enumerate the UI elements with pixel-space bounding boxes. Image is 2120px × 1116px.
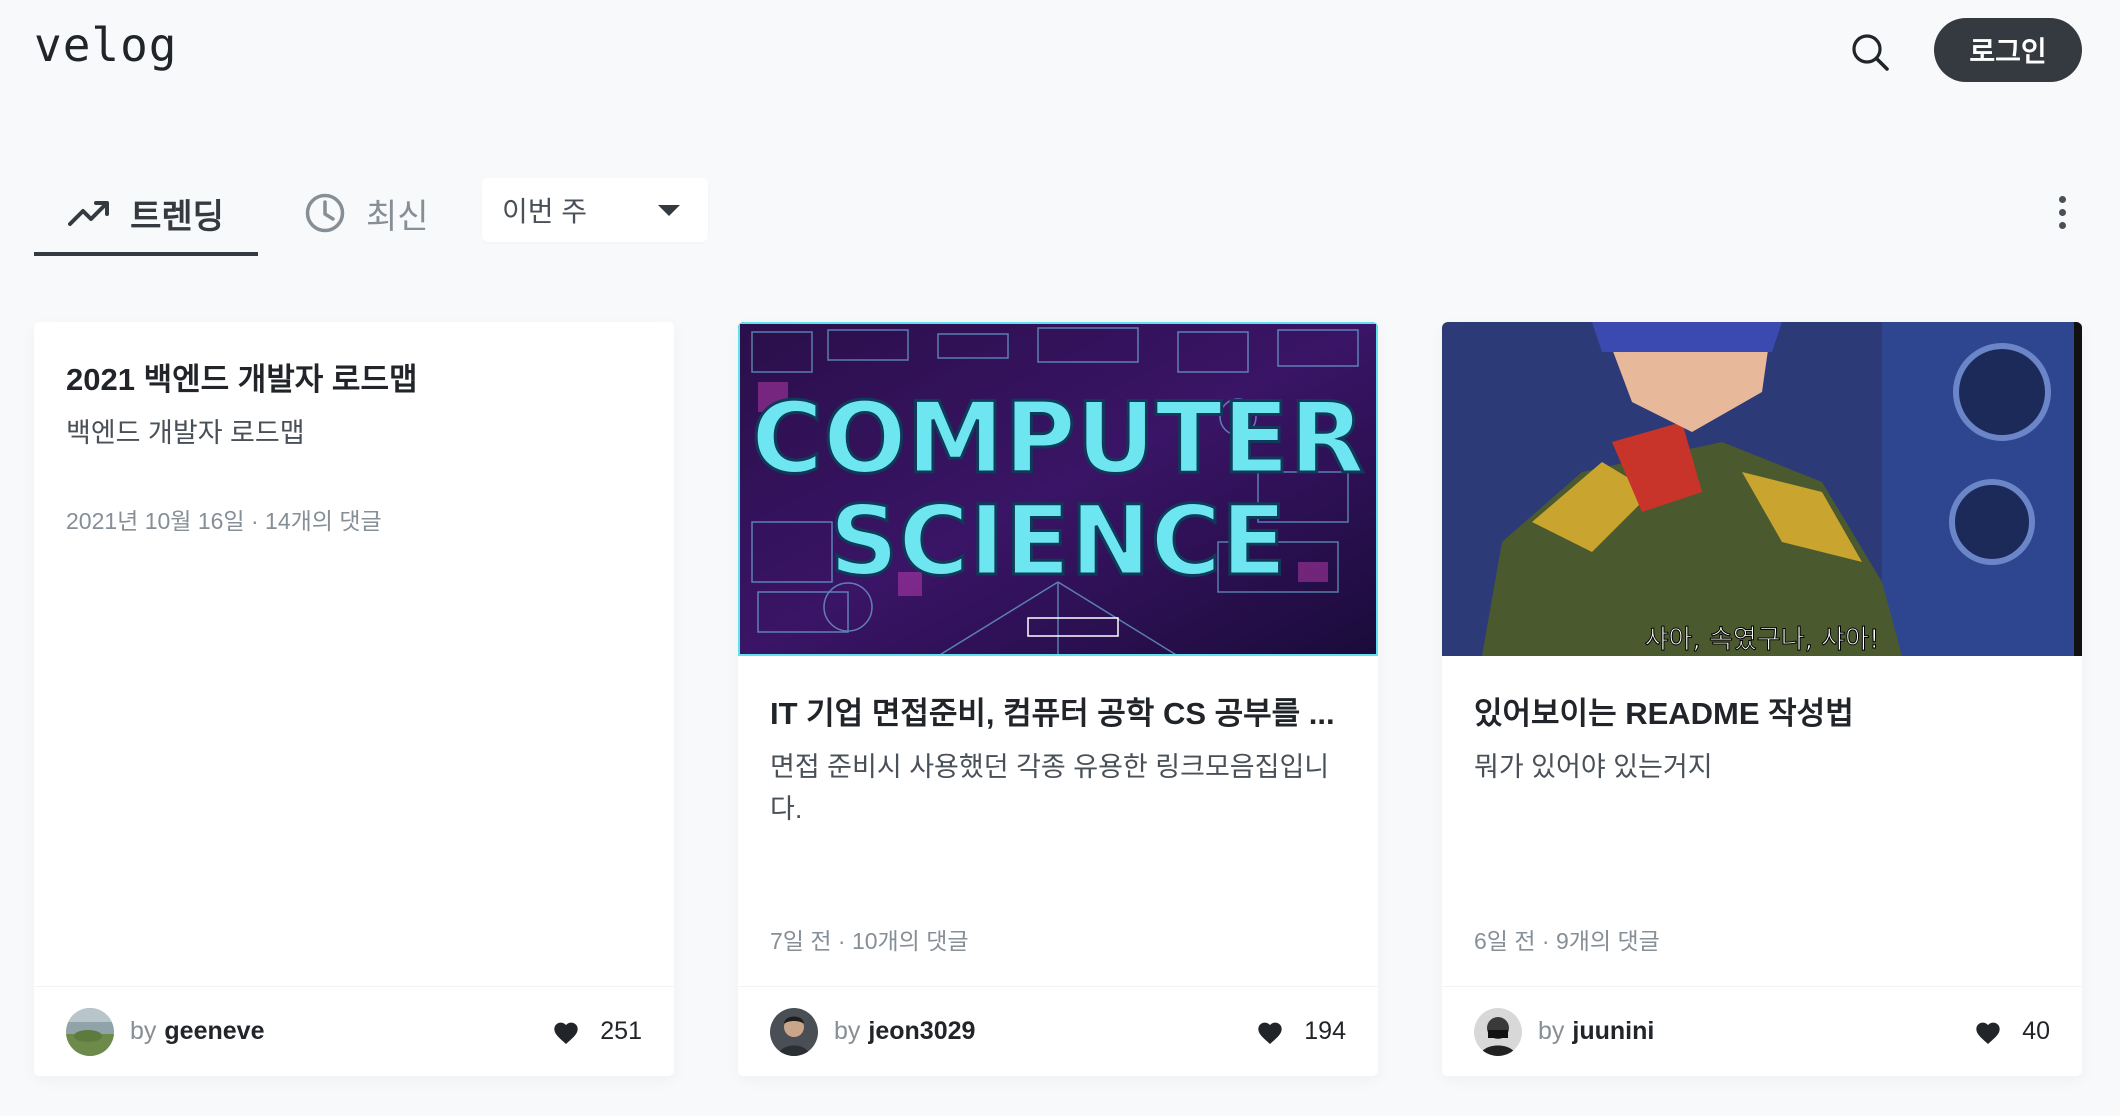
heart-icon <box>1256 1019 1284 1045</box>
author-prefix: by <box>130 1017 157 1045</box>
thumbnail-text: COMPUTER <box>751 382 1364 496</box>
thumbnail-caption: 샤아, 속였구나, 샤아! <box>1645 625 1880 655</box>
author[interactable]: by juunini <box>1538 1017 1654 1046</box>
caret-down-icon <box>658 205 680 216</box>
card-content: IT 기업 면접준비, 컴퓨터 공학 CS 공부를 ... 면접 준비시 사용했… <box>770 692 1346 830</box>
card-title[interactable]: IT 기업 면접준비, 컴퓨터 공학 CS 공부를 ... <box>770 692 1346 736</box>
card-content: 있어보이는 README 작성법 뭐가 있어야 있는거지 <box>1474 692 2050 788</box>
trending-up-icon <box>68 198 110 228</box>
card-footer: by geeneve 251 <box>34 986 674 1076</box>
velog-logo[interactable]: velog <box>34 18 177 72</box>
card-title[interactable]: 2021 백엔드 개발자 로드맵 <box>66 358 642 402</box>
likes-count: 194 <box>1304 1017 1346 1045</box>
author-name: geeneve <box>164 1017 265 1045</box>
author-prefix: by <box>1538 1017 1565 1045</box>
more-vertical-icon[interactable] <box>2038 184 2086 240</box>
author[interactable]: by jeon3029 <box>834 1017 975 1046</box>
card-title[interactable]: 있어보이는 README 작성법 <box>1474 692 2050 736</box>
author-name: juunini <box>1572 1017 1655 1045</box>
heart-icon <box>1974 1019 2002 1045</box>
period-select-value: 이번 주 <box>502 196 588 227</box>
thumbnail-text: SCIENCE <box>829 485 1286 597</box>
card-description: 면접 준비시 사용했던 각종 유용한 링크모음집입니다. <box>770 752 1330 824</box>
avatar[interactable] <box>1474 1007 1522 1056</box>
period-select[interactable]: 이번 주 <box>482 178 708 242</box>
card-footer: by jeon3029 194 <box>738 986 1378 1076</box>
active-tab-indicator <box>34 252 258 256</box>
card-description: 뭐가 있어야 있는거지 <box>1474 752 1713 782</box>
post-card[interactable]: 2021 백엔드 개발자 로드맵 백엔드 개발자 로드맵 2021년 10월 1… <box>34 322 674 1076</box>
post-card[interactable]: 샤아, 속였구나, 샤아! 있어보이는 README 작성법 뭐가 있어야 있는… <box>1442 322 2082 1076</box>
card-thumbnail[interactable]: 샤아, 속였구나, 샤아! <box>1442 322 2082 656</box>
tab-trending-label: 트렌딩 <box>130 197 224 236</box>
header: velog 로그인 <box>0 0 2120 100</box>
tab-recent-label: 최신 <box>366 197 429 236</box>
card-thumbnail[interactable]: COMPUTER SCIENCE <box>738 322 1378 656</box>
likes: 194 <box>1256 1017 1346 1046</box>
author-prefix: by <box>834 1017 861 1045</box>
post-card[interactable]: COMPUTER SCIENCE IT 기업 면접준비, 컴퓨터 공학 CS 공… <box>738 322 1378 1076</box>
card-meta: 6일 전 · 9개의 댓글 <box>1474 928 1660 954</box>
author-name: jeon3029 <box>868 1017 976 1045</box>
search-button[interactable] <box>1842 24 1898 80</box>
card-meta: 2021년 10월 16일 · 14개의 댓글 <box>66 508 382 534</box>
search-icon <box>1852 34 1889 71</box>
tab-trending[interactable]: 트렌딩 <box>34 170 258 256</box>
author[interactable]: by geeneve <box>130 1017 264 1046</box>
likes: 251 <box>552 1017 642 1046</box>
feed-tabs: 트렌딩 최신 이번 주 <box>34 170 2086 260</box>
card-content: 2021 백엔드 개발자 로드맵 백엔드 개발자 로드맵 <box>66 358 642 454</box>
card-description: 백엔드 개발자 로드맵 <box>66 418 305 448</box>
likes: 40 <box>1974 1017 2050 1046</box>
heart-icon <box>552 1019 580 1045</box>
likes-count: 251 <box>600 1017 642 1045</box>
clock-icon <box>304 192 346 234</box>
card-footer: by juunini 40 <box>1442 986 2082 1076</box>
likes-count: 40 <box>2022 1017 2050 1045</box>
login-button[interactable]: 로그인 <box>1934 18 2082 82</box>
avatar[interactable] <box>770 1007 818 1056</box>
avatar[interactable] <box>66 1007 114 1056</box>
tab-recent[interactable]: 최신 <box>304 170 484 256</box>
card-meta: 7일 전 · 10개의 댓글 <box>770 928 969 954</box>
